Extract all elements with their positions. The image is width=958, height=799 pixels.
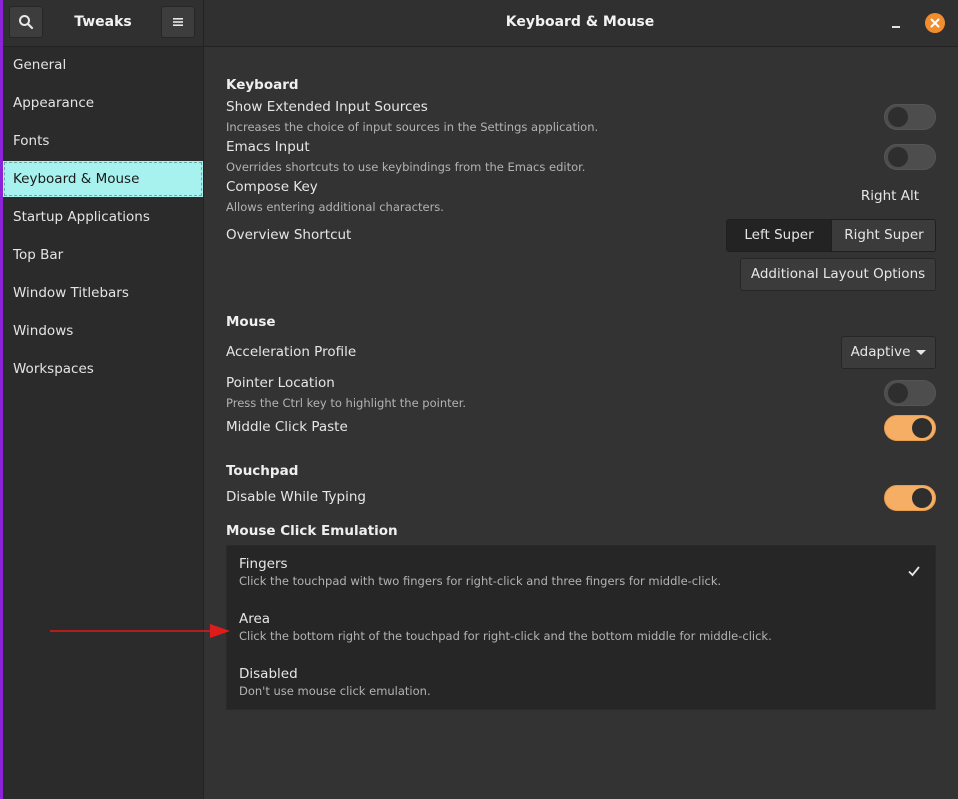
compose-key-description: Allows entering additional characters. — [226, 200, 444, 214]
header-bar: Tweaks Keyboard & Mouse — [3, 0, 958, 47]
emacs-input-toggle[interactable] — [884, 144, 936, 170]
emacs-input-label: Emacs Input — [226, 139, 310, 155]
search-icon — [19, 15, 34, 30]
right-super-option[interactable]: Right Super — [832, 220, 935, 251]
hamburger-menu-icon — [173, 18, 183, 26]
sidebar-item-fonts[interactable]: Fonts — [3, 123, 203, 159]
main-content: Keyboard Show Extended Input Sources Inc… — [204, 47, 958, 799]
touchpad-section-title: Touchpad — [226, 463, 299, 479]
overview-shortcut-selector: Left Super Right Super — [726, 219, 936, 252]
option-title: Fingers — [239, 556, 288, 572]
toggle-knob — [888, 383, 908, 403]
option-description: Don't use mouse click emulation. — [239, 684, 431, 698]
keyboard-section-title: Keyboard — [226, 77, 299, 93]
disable-while-typing-toggle[interactable] — [884, 485, 936, 511]
toggle-knob — [912, 488, 932, 508]
option-description: Click the touchpad with two fingers for … — [239, 574, 722, 588]
toggle-knob — [888, 147, 908, 167]
click-emulation-option-fingers[interactable]: Fingers Click the touchpad with two fing… — [227, 546, 935, 601]
sidebar-item-general[interactable]: General — [3, 47, 203, 83]
sidebar-title: Tweaks — [74, 14, 132, 30]
toggle-knob — [888, 107, 908, 127]
click-emulation-option-disabled[interactable]: Disabled Don't use mouse click emulation… — [227, 656, 935, 711]
sidebar: General Appearance Fonts Keyboard & Mous… — [3, 47, 204, 799]
sidebar-header: Tweaks — [3, 0, 204, 46]
disable-while-typing-label: Disable While Typing — [226, 489, 366, 505]
sidebar-item-top-bar[interactable]: Top Bar — [3, 237, 203, 273]
emacs-input-description: Overrides shortcuts to use keybindings f… — [226, 160, 586, 174]
middle-click-paste-label: Middle Click Paste — [226, 419, 348, 435]
compose-key-label: Compose Key — [226, 179, 318, 195]
annotation-arrow-icon — [50, 624, 230, 638]
toggle-knob — [912, 418, 932, 438]
acceleration-profile-value: Adaptive — [850, 344, 911, 360]
acceleration-profile-label: Acceleration Profile — [226, 344, 357, 360]
sidebar-item-startup-applications[interactable]: Startup Applications — [3, 199, 203, 235]
acceleration-profile-dropdown[interactable]: Adaptive — [841, 336, 936, 369]
sidebar-item-keyboard-mouse[interactable]: Keyboard & Mouse — [3, 161, 203, 197]
page-title: Keyboard & Mouse — [505, 14, 655, 30]
sidebar-item-workspaces[interactable]: Workspaces — [3, 351, 203, 387]
search-button[interactable] — [9, 6, 43, 38]
sidebar-item-windows[interactable]: Windows — [3, 313, 203, 349]
extended-sources-label: Show Extended Input Sources — [226, 99, 428, 115]
minimize-button[interactable] — [887, 14, 905, 32]
pointer-location-toggle[interactable] — [884, 380, 936, 406]
compose-key-value[interactable]: Right Alt — [861, 188, 919, 204]
additional-layout-options-button[interactable]: Additional Layout Options — [740, 258, 936, 291]
middle-click-paste-toggle[interactable] — [884, 415, 936, 441]
extended-sources-toggle[interactable] — [884, 104, 936, 130]
menu-button[interactable] — [161, 6, 195, 38]
chevron-down-icon — [916, 349, 927, 355]
click-emulation-option-area[interactable]: Area Click the bottom right of the touch… — [227, 601, 935, 656]
click-emulation-list: Fingers Click the touchpad with two fing… — [226, 545, 936, 710]
checkmark-icon — [908, 566, 920, 577]
mouse-section-title: Mouse — [226, 314, 276, 330]
click-emulation-section-title: Mouse Click Emulation — [226, 523, 398, 539]
pointer-location-label: Pointer Location — [226, 375, 335, 391]
option-title: Area — [239, 611, 271, 627]
overview-shortcut-label: Overview Shortcut — [226, 227, 352, 243]
option-description: Click the bottom right of the touchpad f… — [239, 629, 772, 643]
close-icon — [930, 18, 940, 28]
sidebar-item-window-titlebars[interactable]: Window Titlebars — [3, 275, 203, 311]
extended-sources-description: Increases the choice of input sources in… — [226, 120, 599, 134]
option-title: Disabled — [239, 666, 298, 682]
close-button[interactable] — [925, 13, 945, 33]
left-super-option[interactable]: Left Super — [727, 220, 832, 251]
sidebar-item-appearance[interactable]: Appearance — [3, 85, 203, 121]
pointer-location-description: Press the Ctrl key to highlight the poin… — [226, 396, 467, 410]
